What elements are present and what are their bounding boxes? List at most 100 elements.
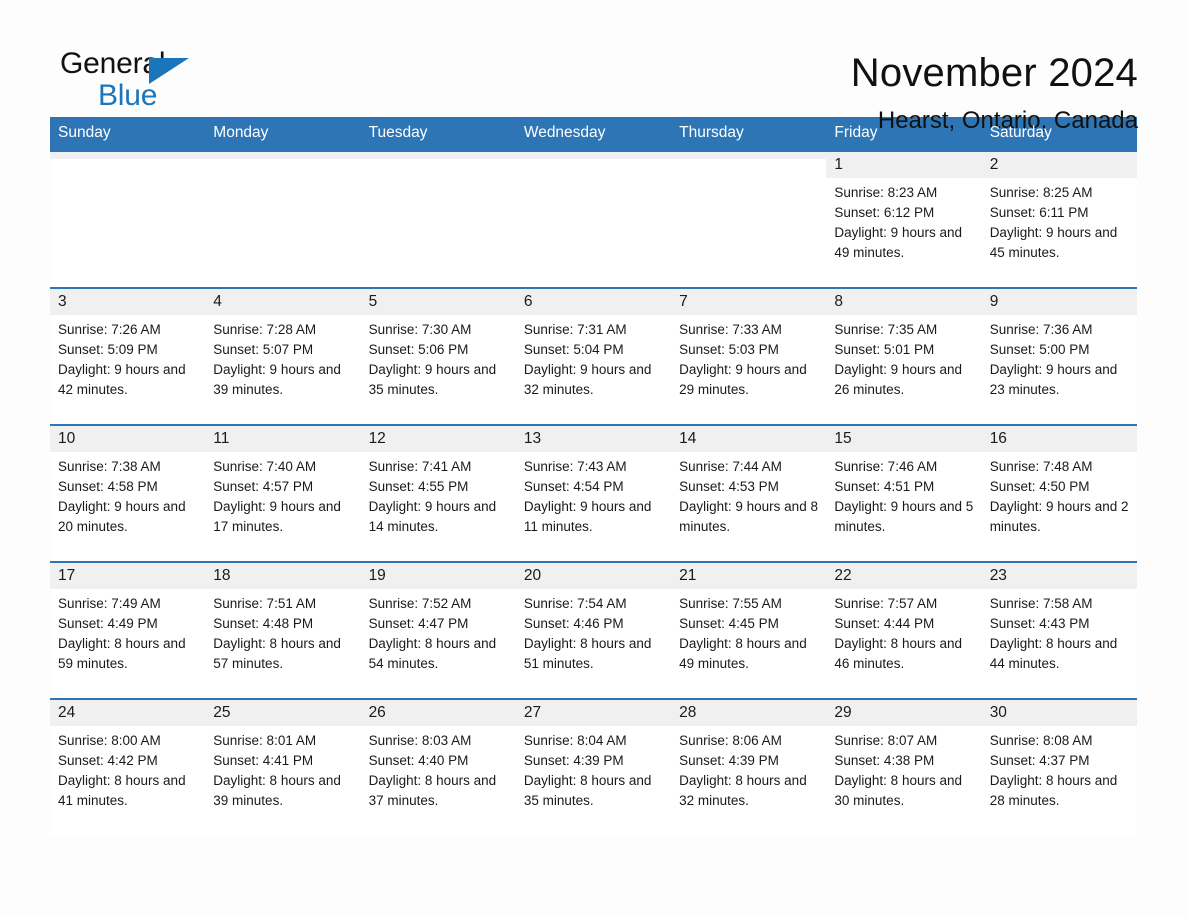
day-details: Sunrise: 8:03 AM Sunset: 4:40 PM Daylight:… bbox=[361, 726, 516, 811]
sunrise-sunset-calendar: Sunday Monday Tuesday Wednesday Thursday Frid… bbox=[50, 117, 1137, 835]
sunrise-text: Sunrise: 7:43 AM bbox=[523, 459, 627, 474]
day-details: Sunrise: 7:43 AM Sunset: 4:54 PM Daylight:… bbox=[516, 452, 671, 537]
day-details: Sunrise: 7:46 AM Sunset: 4:51 PM Daylight:… bbox=[826, 452, 981, 537]
daylight-text: Daylight: 9 hours and 45 minutes. bbox=[989, 225, 1118, 260]
sunrise-text: Sunrise: 7:36 AM bbox=[989, 322, 1093, 337]
sunrise-text: Sunrise: 7:58 AM bbox=[989, 596, 1093, 611]
daylight-text: Daylight: 9 hours and 49 minutes. bbox=[834, 225, 962, 260]
day-number: 2 bbox=[981, 152, 1137, 178]
calendar-day-cell[interactable]: 9 Sunrise: 7:36 AM Sunset: 5:00 PM Daylight… bbox=[981, 287, 1137, 425]
daylight-text: Daylight: 9 hours and 8 minutes. bbox=[679, 499, 818, 534]
day-details: Sunrise: 7:58 AM Sunset: 4:43 PM Daylight:… bbox=[982, 589, 1137, 674]
sunset-text: Sunset: 5:03 PM bbox=[679, 342, 779, 357]
sunrise-text: Sunrise: 7:35 AM bbox=[834, 322, 938, 337]
day-number: 18 bbox=[205, 563, 361, 589]
day-number: 27 bbox=[515, 700, 672, 726]
sunset-text: Sunset: 5:00 PM bbox=[989, 342, 1090, 357]
sunrise-text: Sunrise: 8:06 AM bbox=[679, 733, 782, 748]
calendar-day-cell[interactable]: 4 Sunrise: 7:28 AM Sunset: 5:07 PM Daylight… bbox=[205, 287, 361, 425]
calendar-day-cell[interactable]: 24 Sunrise: 8:00 AM Sunset: 4:42 PM Dayligh… bbox=[50, 698, 206, 835]
calendar-day-cell[interactable]: 16 Sunrise: 7:48 AM Sunset: 4:50 PM Dayligh… bbox=[981, 424, 1137, 562]
sunset-text: Sunset: 4:44 PM bbox=[834, 616, 935, 631]
calendar-day-cell[interactable]: 30 Sunrise: 8:08 AM Sunset: 4:37 PM Dayligh… bbox=[981, 698, 1137, 835]
calendar-day-cell[interactable]: 3 Sunrise: 7:26 AM Sunset: 5:09 PM Daylight… bbox=[50, 287, 206, 425]
calendar-day-cell[interactable]: 1 Sunrise: 8:23 AM Sunset: 6:12 PM Daylight… bbox=[826, 150, 982, 288]
sunrise-text: Sunrise: 7:30 AM bbox=[368, 322, 472, 337]
calendar-day-cell[interactable]: 5 Sunrise: 7:30 AM Sunset: 5:06 PM Daylight… bbox=[360, 287, 516, 425]
daylight-text: Daylight: 8 hours and 39 minutes. bbox=[213, 773, 341, 808]
day-number: 9 bbox=[981, 289, 1137, 315]
sunrise-text: Sunrise: 7:49 AM bbox=[58, 596, 161, 611]
daylight-text: Daylight: 9 hours and 14 minutes. bbox=[368, 499, 497, 534]
daylight-text: Daylight: 9 hours and 42 minutes. bbox=[58, 362, 186, 397]
day-number: 25 bbox=[205, 700, 361, 726]
calendar-day-cell[interactable]: 27 Sunrise: 8:04 AM Sunset: 4:39 PM Dayligh… bbox=[515, 698, 672, 835]
calendar-day-cell[interactable]: 18 Sunrise: 7:51 AM Sunset: 4:48 PM Dayligh… bbox=[205, 561, 361, 699]
calendar-day-cell[interactable]: 29 Sunrise: 8:07 AM Sunset: 4:38 PM Dayligh… bbox=[826, 698, 982, 835]
sunset-text: Sunset: 4:41 PM bbox=[213, 753, 314, 768]
daylight-text: Daylight: 8 hours and 46 minutes. bbox=[834, 636, 962, 671]
calendar-day-cell[interactable]: 2 Sunrise: 8:25 AM Sunset: 6:11 PM Daylight… bbox=[981, 150, 1137, 288]
weekday-header-tuesday: Tuesday bbox=[360, 117, 516, 151]
sunrise-text: Sunrise: 7:57 AM bbox=[834, 596, 938, 611]
sunrise-text: Sunrise: 8:03 AM bbox=[368, 733, 472, 748]
calendar-day-cell[interactable]: 21 Sunrise: 7:55 AM Sunset: 4:45 PM Dayligh… bbox=[671, 561, 827, 699]
sunset-text: Sunset: 4:50 PM bbox=[989, 479, 1090, 494]
logo-text-blue: Blue bbox=[98, 79, 158, 112]
sunset-text: Sunset: 4:57 PM bbox=[213, 479, 314, 494]
day-number: 17 bbox=[50, 563, 206, 589]
sunrise-text: Sunrise: 8:04 AM bbox=[523, 733, 627, 748]
sunset-text: Sunset: 4:49 PM bbox=[58, 616, 158, 631]
day-number: 1 bbox=[826, 152, 982, 178]
daylight-text: Daylight: 8 hours and 54 minutes. bbox=[368, 636, 497, 671]
day-details: Sunrise: 8:08 AM Sunset: 4:37 PM Daylight:… bbox=[982, 726, 1137, 811]
day-details: Sunrise: 7:31 AM Sunset: 5:04 PM Daylight:… bbox=[516, 315, 671, 400]
daylight-text: Daylight: 9 hours and 5 minutes. bbox=[834, 499, 974, 534]
calendar-day-cell[interactable]: 17 Sunrise: 7:49 AM Sunset: 4:49 PM Dayligh… bbox=[50, 561, 206, 699]
day-details: Sunrise: 7:30 AM Sunset: 5:06 PM Daylight:… bbox=[361, 315, 516, 400]
day-number: 13 bbox=[515, 426, 672, 452]
sunset-text: Sunset: 4:37 PM bbox=[989, 753, 1090, 768]
day-details: Sunrise: 7:26 AM Sunset: 5:09 PM Daylight:… bbox=[50, 315, 205, 400]
daylight-text: Daylight: 9 hours and 11 minutes. bbox=[523, 499, 652, 534]
calendar-day-cell[interactable]: 11 Sunrise: 7:40 AM Sunset: 4:57 PM Dayligh… bbox=[205, 424, 361, 562]
calendar-day-cell[interactable]: 6 Sunrise: 7:31 AM Sunset: 5:04 PM Daylight… bbox=[515, 287, 672, 425]
sunrise-text: Sunrise: 8:08 AM bbox=[989, 733, 1093, 748]
sunset-text: Sunset: 4:39 PM bbox=[523, 753, 624, 768]
daylight-text: Daylight: 8 hours and 41 minutes. bbox=[58, 773, 186, 808]
day-number: 7 bbox=[671, 289, 827, 315]
sunrise-text: Sunrise: 8:07 AM bbox=[834, 733, 938, 748]
day-details: Sunrise: 7:48 AM Sunset: 4:50 PM Daylight:… bbox=[982, 452, 1137, 537]
calendar-day-cell[interactable]: 8 Sunrise: 7:35 AM Sunset: 5:01 PM Daylight… bbox=[826, 287, 982, 425]
sunrise-text: Sunrise: 8:25 AM bbox=[989, 185, 1093, 200]
weekday-header-thursday: Thursday bbox=[671, 117, 827, 151]
calendar-day-cell[interactable]: 26 Sunrise: 8:03 AM Sunset: 4:40 PM Dayligh… bbox=[360, 698, 516, 835]
calendar-day-cell[interactable]: 7 Sunrise: 7:33 AM Sunset: 5:03 PM Daylight… bbox=[671, 287, 827, 425]
calendar-day-cell[interactable]: 28 Sunrise: 8:06 AM Sunset: 4:39 PM Dayligh… bbox=[671, 698, 827, 835]
daylight-text: Daylight: 8 hours and 28 minutes. bbox=[989, 773, 1118, 808]
day-number: 30 bbox=[981, 700, 1137, 726]
sunset-text: Sunset: 4:39 PM bbox=[679, 753, 779, 768]
generalblue-logo[interactable]: General Blue bbox=[50, 48, 210, 120]
calendar-day-cell[interactable]: 20 Sunrise: 7:54 AM Sunset: 4:46 PM Dayligh… bbox=[515, 561, 672, 699]
daylight-text: Daylight: 9 hours and 17 minutes. bbox=[213, 499, 341, 534]
calendar-week-row: 24 Sunrise: 8:00 AM Sunset: 4:42 PM Dayligh… bbox=[50, 698, 1137, 835]
day-details: Sunrise: 7:38 AM Sunset: 4:58 PM Daylight:… bbox=[50, 452, 205, 537]
weekday-header-sunday: Sunday bbox=[50, 117, 206, 151]
day-number: 26 bbox=[360, 700, 516, 726]
calendar-day-cell[interactable]: 23 Sunrise: 7:58 AM Sunset: 4:43 PM Dayligh… bbox=[981, 561, 1137, 699]
sunset-text: Sunset: 4:47 PM bbox=[368, 616, 469, 631]
sunrise-text: Sunrise: 7:52 AM bbox=[368, 596, 472, 611]
day-number: 14 bbox=[671, 426, 827, 452]
calendar-day-cell[interactable]: 14 Sunrise: 7:44 AM Sunset: 4:53 PM Dayligh… bbox=[671, 424, 827, 562]
sunset-text: Sunset: 4:58 PM bbox=[58, 479, 158, 494]
calendar-day-cell[interactable]: 25 Sunrise: 8:01 AM Sunset: 4:41 PM Dayligh… bbox=[205, 698, 361, 835]
day-number: 21 bbox=[671, 563, 827, 589]
calendar-day-cell[interactable]: 22 Sunrise: 7:57 AM Sunset: 4:44 PM Dayligh… bbox=[826, 561, 982, 699]
calendar-day-cell[interactable]: 19 Sunrise: 7:52 AM Sunset: 4:47 PM Dayligh… bbox=[360, 561, 516, 699]
calendar-day-cell[interactable]: 10 Sunrise: 7:38 AM Sunset: 4:58 PM Dayligh… bbox=[50, 424, 206, 562]
sunset-text: Sunset: 4:55 PM bbox=[368, 479, 469, 494]
calendar-day-cell[interactable]: 15 Sunrise: 7:46 AM Sunset: 4:51 PM Dayligh… bbox=[826, 424, 982, 562]
calendar-day-cell[interactable]: 13 Sunrise: 7:43 AM Sunset: 4:54 PM Dayligh… bbox=[515, 424, 672, 562]
calendar-day-cell[interactable]: 12 Sunrise: 7:41 AM Sunset: 4:55 PM Dayligh… bbox=[360, 424, 516, 562]
